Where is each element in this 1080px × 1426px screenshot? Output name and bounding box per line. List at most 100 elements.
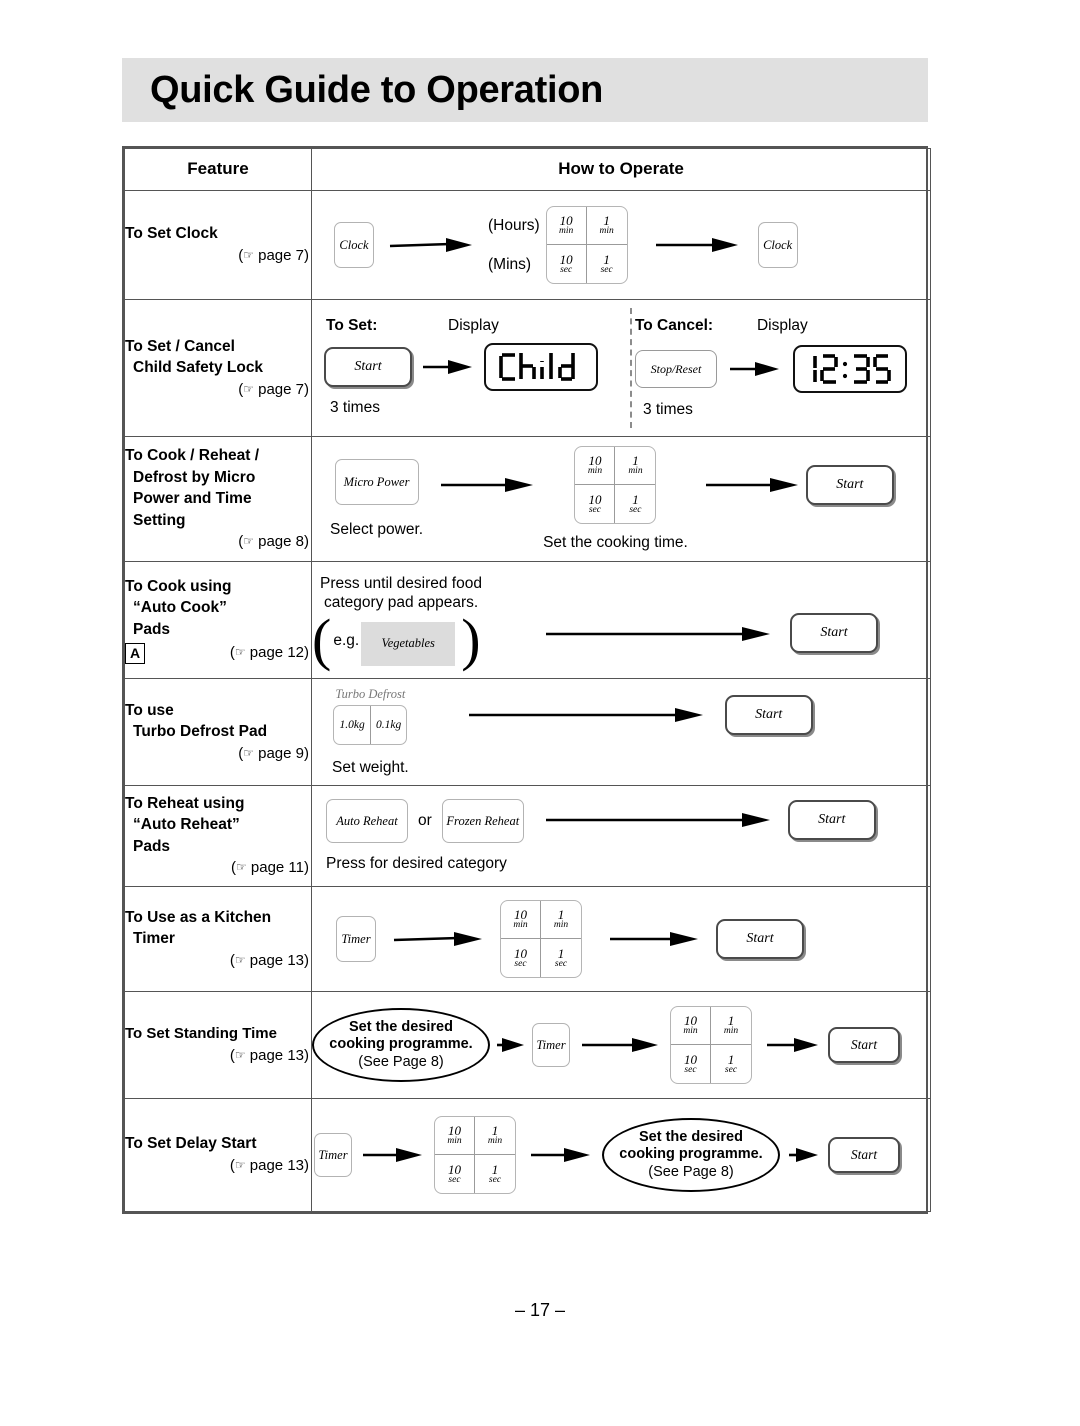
time-entry-pad[interactable]: 10 min 1 min 10 sec 1 sec <box>670 1006 752 1084</box>
pad-key-10sec[interactable]: 10 sec <box>671 1045 711 1083</box>
timer-pad[interactable]: Timer <box>532 1023 570 1067</box>
pad-key-1sec[interactable]: 1 sec <box>587 245 627 283</box>
pad-key-10sec[interactable]: 10 sec <box>501 939 541 977</box>
feature-label: To Reheat using <box>125 795 245 813</box>
feature-label: To Set Clock <box>125 225 218 243</box>
pad-key-10min[interactable]: 10 min <box>546 207 587 245</box>
start-pad[interactable]: Start <box>828 1027 900 1063</box>
feature-label-2: Turbo Defrost Pad <box>133 723 268 741</box>
set-weight-caption: Set weight. <box>332 759 409 776</box>
feature-label-3: Pads <box>133 620 171 638</box>
time-entry-pad[interactable]: 10 min 1 min 10 sec 1 sec <box>434 1116 516 1194</box>
feature-label-4: Setting <box>133 511 186 529</box>
feature-label: To Cook using <box>125 577 232 595</box>
start-pad[interactable]: Start <box>790 612 878 653</box>
stop-reset-pad[interactable]: Stop/Reset <box>634 350 717 388</box>
pad-key-10min[interactable]: 10 min <box>435 1117 475 1155</box>
ops-cell-delay-start: Timer 10 min 1 min 10 sec 1 sec Set the desi… <box>311 1098 931 1212</box>
cooking-programme-callout: Set the desired cooking programme. (See … <box>602 1118 780 1192</box>
page-reference: (☞ page 13) <box>229 1156 309 1174</box>
pointing-hand-icon: ☞ <box>235 860 247 875</box>
timer-pad[interactable]: Timer <box>314 1133 352 1177</box>
auto-cook-instruction-line2: category pad appears. <box>324 593 479 611</box>
feature-cell-standing-time: To Set Standing Time (☞ page 13) <box>124 991 312 1099</box>
time-entry-pad[interactable]: 10 min 1 min 10 sec 1 sec <box>574 446 657 524</box>
feature-label-2: “Auto Cook” <box>133 599 227 617</box>
ops-cell-auto-reheat: Auto Reheat or Frozen Reheat Press for d… <box>311 785 931 887</box>
start-pad[interactable]: Start <box>716 919 804 959</box>
pad-key-1min[interactable]: 1 min <box>586 207 627 245</box>
arrow-icon <box>788 1148 820 1162</box>
open-paren: ( <box>312 606 332 672</box>
time-entry-pad[interactable]: 10 min 1 min 10 sec 1 sec <box>545 206 628 284</box>
clock-pad[interactable]: Clock <box>334 222 374 268</box>
start-pad[interactable]: Start <box>828 1137 900 1173</box>
page-title-banner: Quick Guide to Operation <box>122 58 928 122</box>
pad-key-10sec[interactable]: 10 sec <box>575 485 616 523</box>
micro-power-pad[interactable]: Micro Power <box>334 459 419 505</box>
pointing-hand-icon: ☞ <box>243 745 254 760</box>
pad-key-10sec[interactable]: 10 sec <box>547 245 587 283</box>
pad-key-1sec[interactable]: 1 sec <box>541 939 581 977</box>
callout-line3: (See Page 8) <box>648 1163 734 1180</box>
arrow-icon <box>439 478 535 492</box>
feature-label: To use <box>125 701 174 719</box>
callout-line1: Set the desired <box>639 1129 743 1146</box>
feature-label-2: “Auto Reheat” <box>133 816 240 834</box>
section-divider <box>630 308 632 428</box>
close-paren: ) <box>461 606 481 672</box>
clock-pad-confirm[interactable]: Clock <box>757 222 798 268</box>
pad-key-1sec[interactable]: 1 sec <box>711 1045 751 1083</box>
start-pad[interactable]: Start <box>787 800 876 840</box>
start-pad[interactable]: Start <box>805 465 894 505</box>
start-pad[interactable]: Start <box>324 347 412 387</box>
cancel-times-caption: 3 times <box>642 401 693 418</box>
display-label-left: Display <box>448 317 499 334</box>
weight-key-1-0kg[interactable]: 1.0kg <box>334 706 371 744</box>
pad-key-1min[interactable]: 1 min <box>475 1117 515 1155</box>
turbo-defrost-weight-pad[interactable]: 1.0kg 0.1kg <box>333 705 408 745</box>
timer-pad[interactable]: Timer <box>336 916 376 962</box>
table-row: To Set Standing Time (☞ page 13) Set the… <box>124 991 931 1099</box>
callout-line2: cooking programme. <box>619 1146 763 1163</box>
table-row: To Reheat using “Auto Reheat” Pads (☞ pa… <box>124 785 931 887</box>
weight-key-0-1kg[interactable]: 0.1kg <box>371 706 407 744</box>
display-label-right: Display <box>756 317 808 334</box>
page-reference: (☞ page 13) <box>229 1046 309 1064</box>
column-header-how-to-operate: How to Operate <box>311 148 931 191</box>
pointing-hand-icon: ☞ <box>243 381 254 396</box>
pad-key-10min[interactable]: 10 min <box>501 901 541 939</box>
feature-label-3: Pads <box>133 837 171 855</box>
pointing-hand-icon: ☞ <box>234 1157 246 1172</box>
pad-key-1sec[interactable]: 1 sec <box>475 1155 515 1193</box>
pointing-hand-icon: ☞ <box>234 1047 246 1062</box>
pad-key-1min[interactable]: 1 min <box>711 1007 751 1045</box>
display-clock-time <box>792 345 907 393</box>
feature-label: To Set Delay Start <box>125 1135 257 1153</box>
ops-cell-set-clock: Clock (Hours) (Mins) 10 min 1 min 10 sec 1s… <box>311 190 931 300</box>
pointing-hand-icon: ☞ <box>243 247 254 262</box>
table-row: To Cook using “Auto Cook” Pads A (☞ page… <box>124 561 931 679</box>
pad-key-10sec[interactable]: 10 sec <box>435 1155 475 1193</box>
time-entry-pad[interactable]: 10 min 1 min 10 sec 1 sec <box>500 900 582 978</box>
pad-key-1sec[interactable]: 1 sec <box>615 485 655 523</box>
start-pad[interactable]: Start <box>724 695 813 735</box>
feature-label-2: Defrost by Micro <box>133 468 256 486</box>
frozen-reheat-pad[interactable]: Frozen Reheat <box>441 799 524 843</box>
display-child-lock <box>484 343 598 391</box>
pad-key-1min[interactable]: 1 min <box>615 447 656 485</box>
auto-cook-category-pad[interactable]: Vegetables <box>361 621 456 666</box>
feature-cell-micro-power: To Cook / Reheat / Defrost by Micro Powe… <box>124 436 312 562</box>
arrow-icon <box>530 1148 592 1162</box>
ops-cell-standing-time: Set the desired cooking programme. (See … <box>311 991 931 1099</box>
feature-label: To Use as a Kitchen <box>125 908 272 926</box>
table-header-row: Feature How to Operate <box>124 148 931 191</box>
arrow-icon <box>704 478 800 492</box>
feature-cell-delay-start: To Set Delay Start (☞ page 13) <box>124 1098 312 1212</box>
auto-cook-instruction-line1: Press until desired food <box>320 574 482 592</box>
feature-label-2: Timer <box>133 930 175 948</box>
pad-key-10min[interactable]: 10 min <box>575 447 616 485</box>
auto-reheat-pad[interactable]: Auto Reheat <box>326 799 408 843</box>
pad-key-1min[interactable]: 1 min <box>541 901 581 939</box>
pad-key-10min[interactable]: 10 min <box>671 1007 711 1045</box>
